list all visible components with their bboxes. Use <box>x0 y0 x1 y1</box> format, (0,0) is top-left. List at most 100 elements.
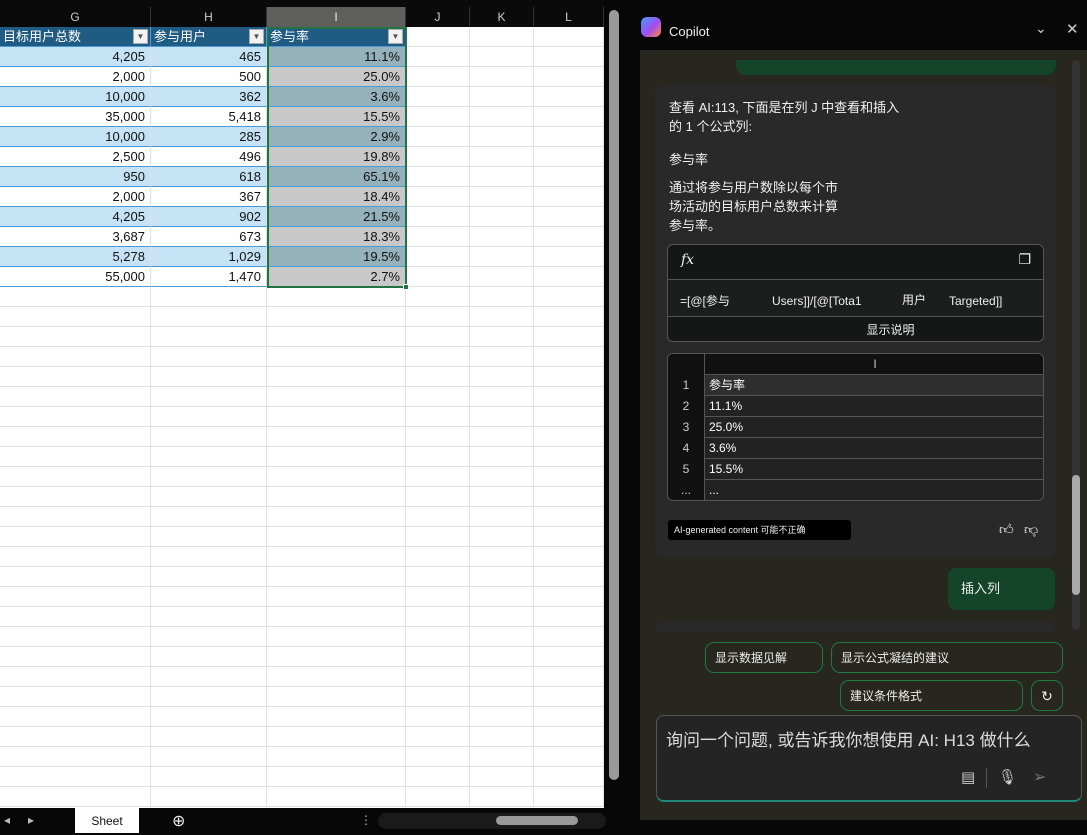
microphone-icon[interactable]: 🎙︎ <box>998 768 1017 786</box>
cell[interactable] <box>470 447 534 467</box>
add-sheet-icon[interactable]: ⊕ <box>172 811 185 831</box>
cell[interactable] <box>0 667 151 687</box>
cell[interactable] <box>151 767 267 787</box>
cell[interactable] <box>406 767 470 787</box>
cell[interactable] <box>151 427 267 447</box>
cell[interactable] <box>267 287 406 307</box>
cell[interactable] <box>534 427 604 447</box>
cell[interactable] <box>534 707 604 727</box>
cell[interactable] <box>470 647 534 667</box>
cell[interactable] <box>470 567 534 587</box>
cell[interactable] <box>406 247 470 267</box>
cell[interactable]: 496 <box>151 147 267 167</box>
cell[interactable] <box>406 687 470 707</box>
cell[interactable] <box>151 347 267 367</box>
cell[interactable] <box>406 187 470 207</box>
cell[interactable] <box>534 687 604 707</box>
cell[interactable] <box>534 307 604 327</box>
cell[interactable] <box>0 327 151 347</box>
cell[interactable]: 5,418 <box>151 107 267 127</box>
cell[interactable] <box>470 547 534 567</box>
cell[interactable]: 367 <box>151 187 267 207</box>
column-header-k[interactable]: K <box>470 7 534 27</box>
cell[interactable] <box>406 607 470 627</box>
table-header-cell[interactable]: 目标用户总数 ▼ <box>0 27 151 47</box>
cell[interactable] <box>470 67 534 87</box>
cell[interactable] <box>267 447 406 467</box>
cell[interactable] <box>267 767 406 787</box>
prompt-placeholder[interactable]: 询问一个问题, 或告诉我你想使用 AI: H13 做什么 <box>666 726 1076 751</box>
cell[interactable] <box>406 27 470 47</box>
cell[interactable] <box>406 127 470 147</box>
cell[interactable] <box>267 607 406 627</box>
cell[interactable]: 4,205 <box>0 207 151 227</box>
suggestion-formula-columns[interactable]: 显示公式凝结的建议 <box>831 642 1063 673</box>
filter-dropdown-icon[interactable]: ▼ <box>133 29 148 44</box>
column-header-g[interactable]: G <box>0 7 151 27</box>
cell[interactable] <box>267 667 406 687</box>
cell[interactable] <box>406 487 470 507</box>
cell[interactable] <box>470 327 534 347</box>
cell[interactable] <box>406 647 470 667</box>
cell[interactable] <box>267 587 406 607</box>
cell[interactable]: 10,000 <box>0 87 151 107</box>
cell[interactable] <box>534 447 604 467</box>
cell[interactable] <box>151 707 267 727</box>
cell[interactable] <box>470 487 534 507</box>
cell[interactable] <box>470 767 534 787</box>
cell[interactable] <box>151 727 267 747</box>
cell[interactable]: 18.4% <box>267 187 406 207</box>
cell[interactable]: 2,500 <box>0 147 151 167</box>
column-header-i[interactable]: I <box>267 7 406 27</box>
table-header-cell[interactable]: 参与率 ▼ <box>267 27 406 47</box>
close-icon[interactable]: ✕ <box>1066 20 1079 38</box>
cell[interactable]: 950 <box>0 167 151 187</box>
cell[interactable] <box>470 627 534 647</box>
cell[interactable] <box>0 447 151 467</box>
cell[interactable] <box>534 147 604 167</box>
cell[interactable] <box>267 367 406 387</box>
cell[interactable] <box>151 607 267 627</box>
cell[interactable] <box>151 647 267 667</box>
cell[interactable]: 3.6% <box>267 87 406 107</box>
cell[interactable] <box>0 547 151 567</box>
cell[interactable] <box>0 367 151 387</box>
cell[interactable] <box>267 487 406 507</box>
cell[interactable] <box>470 527 534 547</box>
spreadsheet-grid[interactable]: G H I J K L 目标用户总数 ▼ 参与用户 ▼ 参与率 ▼ 4,205 465 11.1… <box>0 0 604 808</box>
cell[interactable] <box>151 787 267 807</box>
cell[interactable] <box>534 767 604 787</box>
cell[interactable] <box>534 487 604 507</box>
cell[interactable] <box>267 307 406 327</box>
thumbs-up-icon[interactable]: 👍︎ <box>999 521 1014 538</box>
cell[interactable] <box>534 287 604 307</box>
cell[interactable] <box>534 627 604 647</box>
cell[interactable] <box>406 227 470 247</box>
cell[interactable] <box>0 607 151 627</box>
cell[interactable] <box>267 727 406 747</box>
cell[interactable] <box>151 367 267 387</box>
cell[interactable] <box>406 627 470 647</box>
cell[interactable] <box>267 687 406 707</box>
cell[interactable] <box>470 247 534 267</box>
cell[interactable] <box>406 47 470 67</box>
cell[interactable] <box>470 307 534 327</box>
cell[interactable] <box>267 427 406 447</box>
vertical-scrollbar[interactable] <box>604 0 624 808</box>
cell[interactable] <box>470 587 534 607</box>
sheet-tab[interactable]: Sheet <box>75 808 139 833</box>
cell[interactable] <box>470 467 534 487</box>
cell[interactable] <box>406 207 470 227</box>
cell[interactable] <box>151 287 267 307</box>
cell[interactable]: 2.9% <box>267 127 406 147</box>
collapse-icon[interactable]: ⌄ <box>1035 20 1047 37</box>
suggestion-data-insights[interactable]: 显示数据见解 <box>705 642 823 673</box>
cell[interactable] <box>470 227 534 247</box>
cell[interactable]: 3,687 <box>0 227 151 247</box>
cell[interactable] <box>470 207 534 227</box>
cell[interactable] <box>534 227 604 247</box>
cell[interactable] <box>406 407 470 427</box>
cell[interactable] <box>267 527 406 547</box>
cell[interactable] <box>151 487 267 507</box>
cell[interactable] <box>151 687 267 707</box>
